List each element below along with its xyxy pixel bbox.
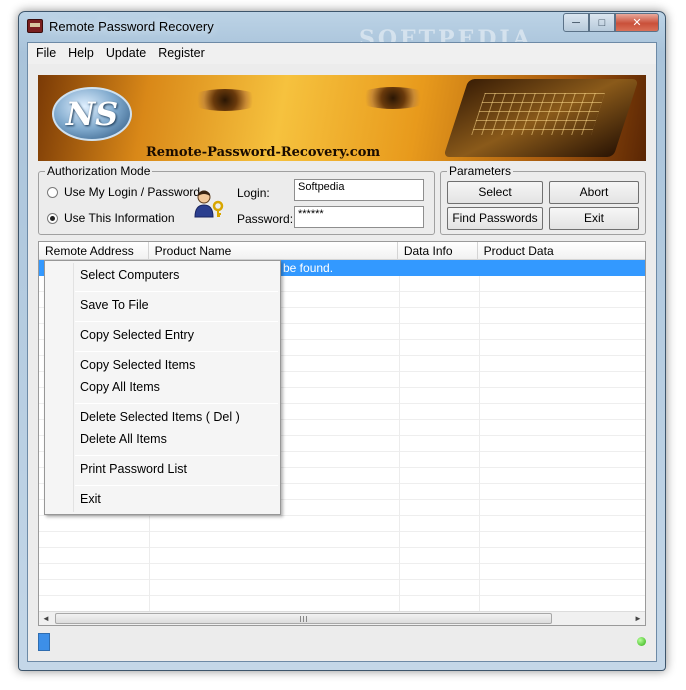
parameters-group: Parameters Select Computers Abort Find P…	[440, 164, 646, 235]
abort-button[interactable]: Abort	[549, 181, 639, 204]
menu-update[interactable]: Update	[100, 43, 152, 64]
radio-label: Use This Information	[64, 211, 175, 225]
scroll-left-arrow-icon[interactable]: ◄	[39, 612, 53, 625]
menu-item-copy-selected-items[interactable]: Copy Selected Items	[80, 358, 195, 372]
login-field[interactable]: Softpedia	[294, 179, 424, 201]
menu-help[interactable]: Help	[62, 43, 100, 64]
menu-item-print-password-list[interactable]: Print Password List	[80, 462, 187, 476]
menu-separator	[75, 321, 278, 322]
status-light-icon	[637, 637, 646, 646]
menu-separator	[75, 403, 278, 404]
column-divider	[479, 260, 480, 611]
context-menu: Select Computers Save To File Copy Selec…	[44, 260, 281, 515]
password-label: Password:	[237, 212, 294, 226]
column-product-name[interactable]: Product Name	[149, 242, 398, 259]
menu-separator	[75, 455, 278, 456]
menu-item-delete-selected-items[interactable]: Delete Selected Items ( Del )	[80, 410, 240, 424]
product-banner: NS Remote-Password-Recovery.com	[38, 75, 646, 161]
authorization-mode-group: Authorization Mode Use My Login / Passwo…	[38, 164, 435, 235]
radio-button[interactable]	[47, 186, 58, 198]
exit-button[interactable]: Exit	[549, 207, 639, 230]
menu-item-select-computers[interactable]: Select Computers	[80, 268, 179, 282]
authorization-mode-legend: Authorization Mode	[45, 164, 153, 178]
scroll-thumb[interactable]	[55, 613, 552, 624]
banner-eye-left	[188, 89, 262, 111]
menu-bar: File Help Update Register	[28, 43, 656, 64]
login-label: Login:	[237, 186, 270, 200]
horizontal-scrollbar[interactable]: ◄ ►	[39, 611, 645, 625]
select-computers-button[interactable]: Select Computers	[447, 181, 543, 219]
menu-item-delete-all-items[interactable]: Delete All Items	[80, 432, 167, 446]
menu-item-copy-selected-entry[interactable]: Copy Selected Entry	[80, 328, 194, 342]
menu-register[interactable]: Register	[152, 43, 211, 64]
column-data-info[interactable]: Data Info	[398, 242, 478, 259]
parameters-legend: Parameters	[447, 164, 514, 178]
scroll-right-arrow-icon[interactable]: ►	[631, 612, 645, 625]
radio-use-my-login[interactable]: Use My Login / Password	[47, 185, 200, 199]
radio-label: Use My Login / Password	[64, 185, 201, 199]
banner-site-text: Remote-Password-Recovery.com	[146, 145, 381, 160]
close-button[interactable]: ✕	[615, 13, 659, 32]
maximize-button[interactable]: □	[589, 13, 615, 32]
window-title: Remote Password Recovery	[49, 19, 214, 34]
progress-indicator	[38, 633, 50, 651]
app-icon[interactable]	[27, 19, 43, 33]
list-header: Remote Address Product Name Data Info Pr…	[39, 242, 645, 260]
menu-separator	[75, 351, 278, 352]
banner-eye-right	[356, 87, 430, 109]
password-field[interactable]: ******	[294, 206, 424, 228]
menu-file[interactable]: File	[30, 43, 62, 64]
menu-item-save-to-file[interactable]: Save To File	[80, 298, 149, 312]
find-passwords-button[interactable]: Find Passwords	[447, 207, 543, 230]
column-divider	[399, 260, 400, 611]
title-bar[interactable]: Remote Password Recovery SOFTPEDIA ─ □ ✕	[19, 12, 665, 52]
ns-logo: NS	[52, 87, 132, 141]
row-text: be found.	[283, 261, 334, 275]
user-key-icon	[194, 190, 224, 218]
grip-icon	[300, 616, 309, 622]
banner-keyboard	[471, 93, 605, 135]
column-remote-address[interactable]: Remote Address	[39, 242, 149, 259]
menu-item-copy-all-items[interactable]: Copy All Items	[80, 380, 160, 394]
radio-button-selected[interactable]	[47, 212, 58, 224]
menu-separator	[75, 291, 278, 292]
column-product-data[interactable]: Product Data	[478, 242, 645, 259]
status-bar	[38, 633, 646, 653]
menu-item-exit[interactable]: Exit	[80, 492, 101, 506]
radio-use-this-info[interactable]: Use This Information	[47, 211, 175, 225]
minimize-button[interactable]: ─	[563, 13, 589, 32]
menu-separator	[75, 485, 278, 486]
